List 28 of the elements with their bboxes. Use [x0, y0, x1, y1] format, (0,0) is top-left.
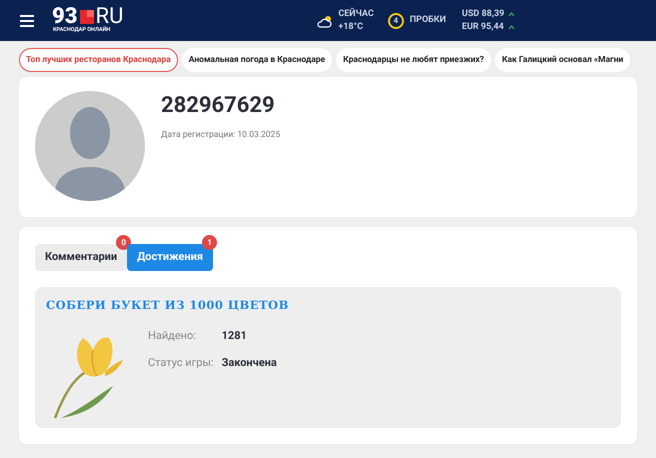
username: 282967629: [161, 93, 276, 119]
field-label: Статус игры:: [148, 354, 214, 371]
field-value: 1281: [222, 328, 248, 344]
currency-rate: USD 88,39: [462, 8, 504, 20]
profile-tab[interactable]: Комментарии: [35, 244, 128, 271]
currency-rate: EUR 95,44: [462, 20, 504, 34]
logo-number: 93: [52, 7, 78, 27]
menu-icon[interactable]: [20, 14, 34, 26]
field-value: Закончена: [222, 354, 277, 371]
logo-domain: RU: [96, 7, 124, 27]
avatar-silhouette-icon: [35, 91, 145, 201]
news-tag[interactable]: Как Галицкий основал «Магни: [495, 48, 630, 72]
up-caret-icon: [508, 12, 516, 16]
field-label: Найдено:: [148, 328, 197, 344]
traffic-score: 4: [388, 12, 404, 28]
registration-date: Дата регистрации: 10.03.2025: [161, 129, 280, 142]
news-tag[interactable]: Краснодарцы не любят приезжих?: [336, 48, 491, 72]
up-caret-icon: [508, 24, 515, 30]
count-badge: 1: [202, 235, 217, 250]
news-tag[interactable]: Аномальная погода в Краснодаре: [182, 48, 332, 72]
news-tag[interactable]: Топ лучших ресторанов Краснодара: [19, 48, 178, 72]
cloud-sun-icon: [317, 14, 334, 28]
achievement-title: СОБЕРИ БУКЕТ ИЗ 1000 ЦВЕТОВ: [46, 297, 290, 314]
weather-label: СЕЙЧАС: [338, 8, 374, 20]
logo-square: [80, 10, 94, 24]
traffic-label: ПРОБКИ: [410, 14, 446, 27]
profile-tab[interactable]: Достижения: [127, 244, 213, 271]
weather-temperature: +18°C: [338, 20, 364, 34]
